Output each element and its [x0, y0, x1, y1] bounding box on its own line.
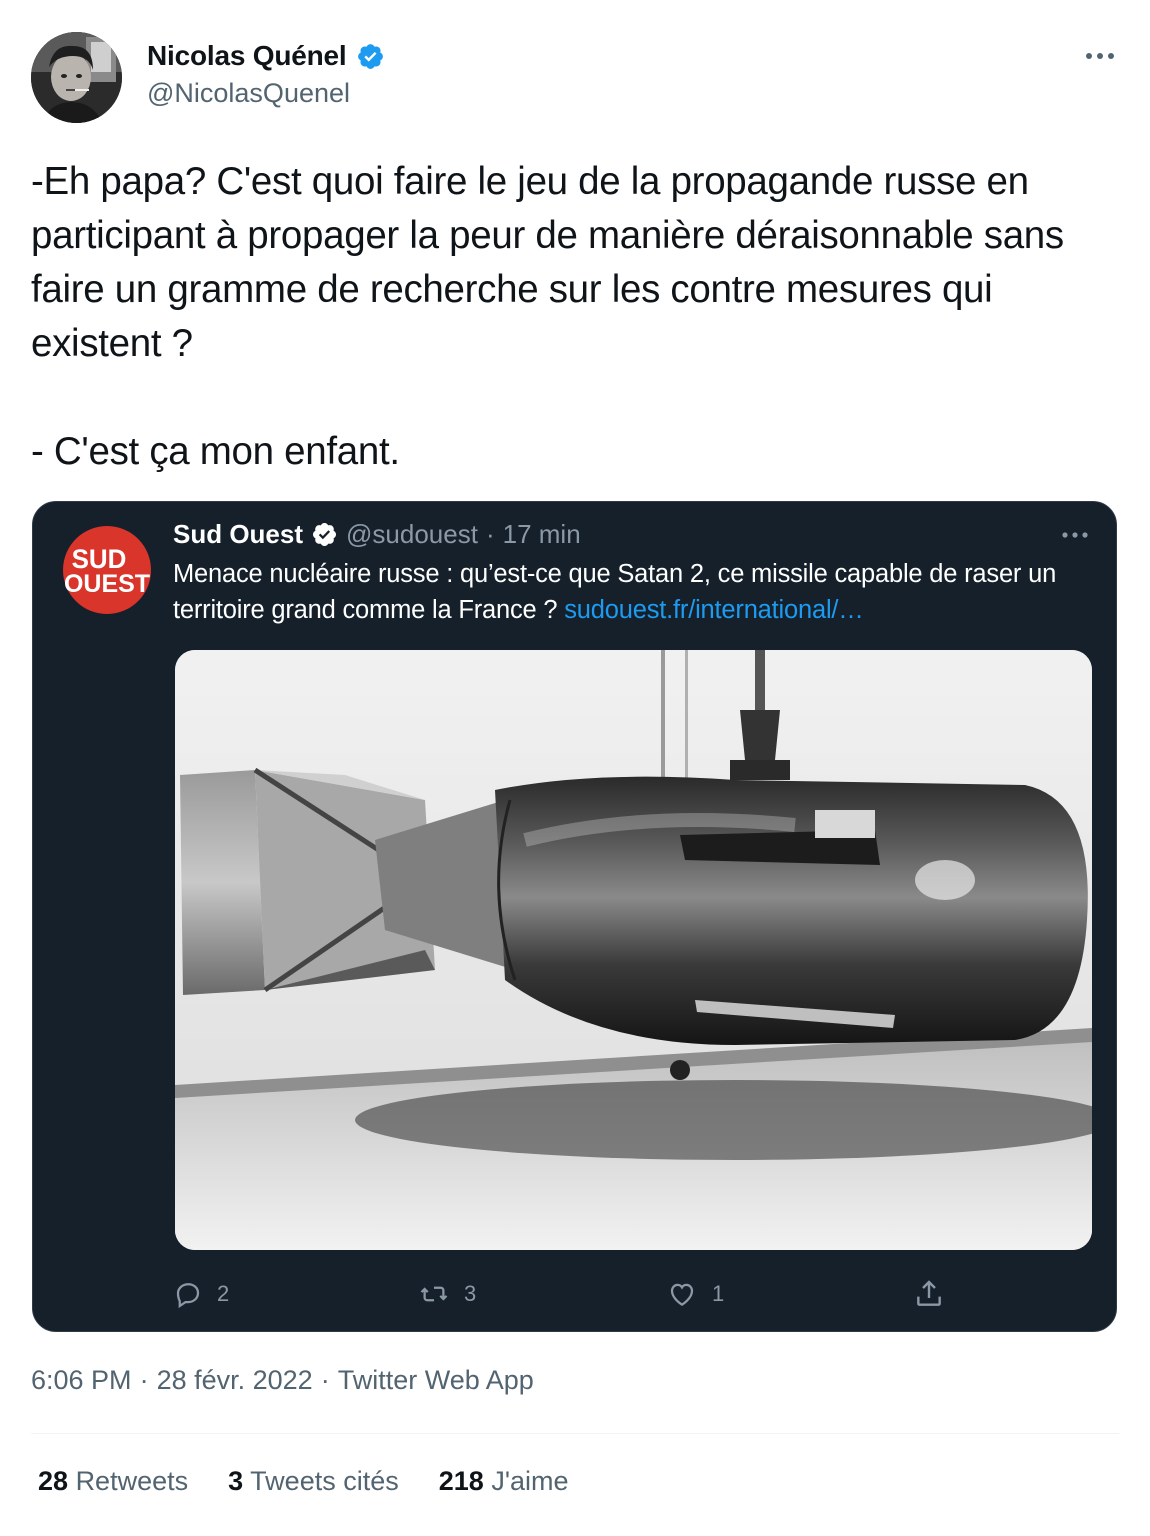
quote-tweets-stat[interactable]: 3 Tweets cités — [228, 1466, 399, 1497]
tweet-stats: 28 Retweets 3 Tweets cités 218 J'aime — [38, 1466, 569, 1497]
like-count: 1 — [712, 1281, 725, 1306]
like-button[interactable]: 1 — [666, 1274, 724, 1314]
share-icon — [917, 1280, 941, 1306]
quoted-link[interactable]: sudouest.fr/international/… — [564, 596, 864, 624]
quoted-separator: · — [485, 518, 495, 549]
tweet-detail: Nicolas Quénel @NicolasQuenel -Eh papa? … — [0, 0, 1150, 1536]
retweets-count: 28 — [38, 1466, 69, 1496]
meta-separator: · — [139, 1365, 149, 1395]
reply-count: 2 — [217, 1281, 230, 1306]
retweets-label: Retweets — [75, 1466, 189, 1496]
quoted-author-handle[interactable]: @sudouest — [346, 519, 478, 550]
sud-ouest-logo-icon: SUD OUEST — [64, 543, 150, 598]
retweet-count: 3 — [464, 1281, 477, 1306]
more-options-icon[interactable] — [1060, 520, 1090, 550]
quoted-tweet-card[interactable]: SUD OUEST Sud Ouest @sudouest · 17 min M… — [32, 501, 1117, 1332]
author-handle[interactable]: @NicolasQuenel — [147, 78, 350, 109]
avatar[interactable] — [31, 32, 122, 123]
reply-button[interactable]: 2 — [173, 1274, 229, 1314]
verified-badge-icon — [356, 42, 385, 71]
quoted-tweet-text: Menace nucléaire russe : qu’est-ce que S… — [173, 556, 1073, 628]
tweet-paragraph: - C'est ça mon enfant. — [31, 430, 400, 473]
likes-label: J'aime — [491, 1466, 569, 1496]
meta-separator: · — [320, 1365, 330, 1395]
reply-icon — [176, 1283, 200, 1309]
more-options-icon[interactable] — [1084, 40, 1116, 72]
quoted-media-image[interactable] — [175, 650, 1092, 1250]
retweets-stat[interactable]: 28 Retweets — [38, 1466, 188, 1497]
tweet-text: -Eh papa? C'est quoi faire le jeu de la … — [31, 155, 1121, 479]
quote-tweets-label: Tweets cités — [250, 1466, 399, 1496]
tweet-time[interactable]: 6:06 PM — [31, 1365, 132, 1396]
retweet-icon — [420, 1286, 448, 1302]
divider — [31, 1433, 1119, 1434]
sud-ouest-logo[interactable]: SUD OUEST — [63, 526, 151, 614]
quoted-header: Sud Ouest @sudouest · 17 min — [173, 516, 581, 552]
likes-stat[interactable]: 218 J'aime — [439, 1466, 569, 1497]
share-button[interactable] — [913, 1274, 945, 1314]
quoted-actions-bar: 2 3 1 — [173, 1274, 973, 1314]
author-name[interactable]: Nicolas Quénel — [147, 40, 347, 72]
quoted-author-name[interactable]: Sud Ouest — [173, 519, 303, 550]
logo-text-bottom: OUEST — [64, 570, 150, 598]
bomb-photo — [175, 650, 1092, 1250]
likes-count: 218 — [438, 1466, 484, 1496]
tweet-paragraph: -Eh papa? C'est quoi faire le jeu de la … — [31, 160, 1064, 365]
tweet-date[interactable]: 28 févr. 2022 — [157, 1365, 313, 1396]
tweet-meta: 6:06 PM · 28 févr. 2022 · Twitter Web Ap… — [31, 1365, 534, 1396]
quoted-timestamp[interactable]: 17 min — [503, 519, 581, 550]
retweet-button[interactable]: 3 — [418, 1274, 476, 1314]
tweet-source[interactable]: Twitter Web App — [338, 1365, 534, 1396]
avatar-photo — [31, 32, 122, 123]
author-name-row: Nicolas Quénel — [147, 38, 385, 74]
quote-tweets-count: 3 — [228, 1466, 244, 1496]
heart-icon — [670, 1283, 694, 1306]
verified-badge-icon — [311, 521, 338, 548]
